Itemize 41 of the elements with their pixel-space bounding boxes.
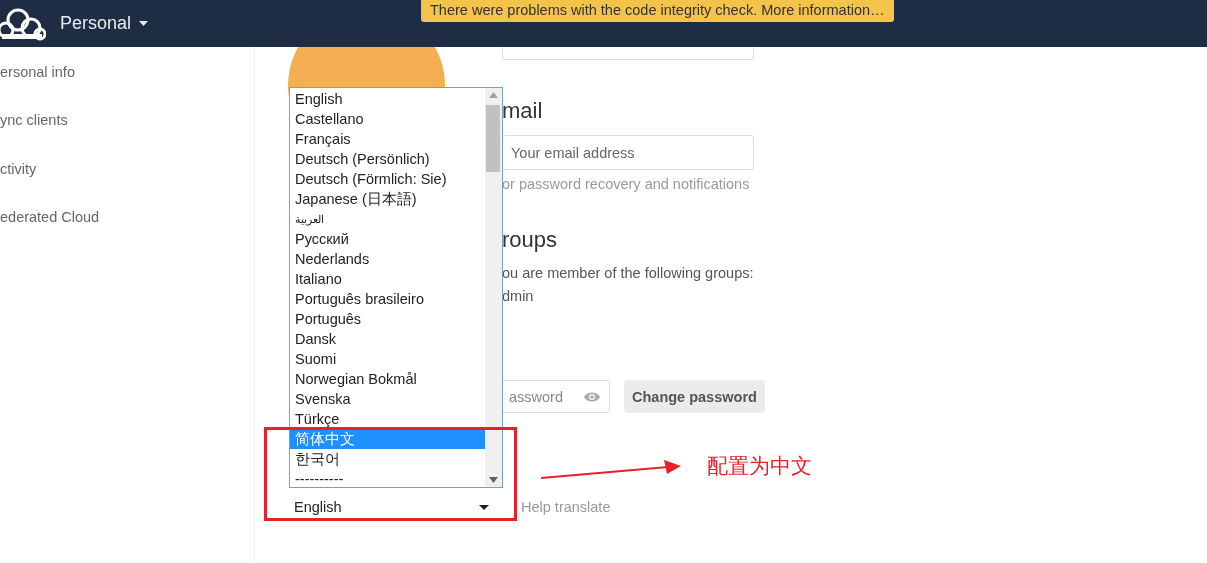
language-option[interactable]: Japanese (日本語) — [290, 189, 485, 209]
language-option[interactable]: Deutsch (Förmlich: Sie) — [290, 169, 485, 189]
language-option[interactable]: Türkçe — [290, 409, 485, 429]
eye-icon[interactable] — [583, 391, 601, 403]
scroll-up-icon[interactable] — [489, 92, 498, 98]
language-option[interactable]: Français — [290, 129, 485, 149]
groups-heading: roups — [502, 226, 558, 254]
language-option[interactable]: Italiano — [290, 269, 485, 289]
group-name: dmin — [502, 287, 534, 306]
language-option[interactable]: English — [290, 89, 485, 109]
caret-icon — [479, 504, 489, 510]
language-option[interactable]: Dansk — [290, 329, 485, 349]
change-password-button[interactable]: Change password — [624, 380, 765, 413]
sidebar-item[interactable]: ersonal info — [0, 61, 75, 83]
scrollbar-thumb[interactable] — [486, 105, 500, 172]
caret-icon — [139, 21, 149, 26]
language-option[interactable]: Русский — [290, 229, 485, 249]
language-option[interactable]: ---------- — [290, 469, 485, 487]
language-option[interactable]: Norwegian Bokmål — [290, 369, 485, 389]
scrollbar[interactable] — [485, 88, 502, 487]
email-heading: mail — [502, 97, 543, 125]
language-option[interactable]: Português — [290, 309, 485, 329]
groups-text: ou are member of the following groups: — [502, 264, 754, 283]
sidebar-item[interactable]: ctivity — [0, 157, 37, 180]
notification-banner[interactable]: There were problems with the code integrity check. More information… — [421, 0, 894, 22]
scroll-down-icon[interactable] — [489, 477, 498, 483]
password-field[interactable]: assword — [502, 380, 610, 413]
language-option[interactable]: Português brasileiro — [290, 289, 485, 309]
language-option[interactable]: العربية — [290, 209, 485, 229]
language-option[interactable]: Svenska — [290, 389, 485, 409]
language-option[interactable]: Castellano — [290, 109, 485, 129]
email-field[interactable]: Your email address — [502, 135, 754, 170]
annotation-text: 配置为中文 — [707, 453, 812, 480]
sidebar-item[interactable]: ync clients — [0, 109, 68, 132]
email-hint: or password recovery and notifications — [502, 175, 750, 194]
app-menu[interactable]: Personal — [60, 13, 149, 34]
language-option[interactable]: Deutsch (Persönlich) — [290, 149, 485, 169]
language-option[interactable]: Suomi — [290, 349, 485, 369]
language-option[interactable]: 한국어 — [290, 449, 485, 469]
language-option[interactable]: Nederlands — [290, 249, 485, 269]
sidebar-item[interactable]: ederated Cloud — [0, 205, 100, 228]
